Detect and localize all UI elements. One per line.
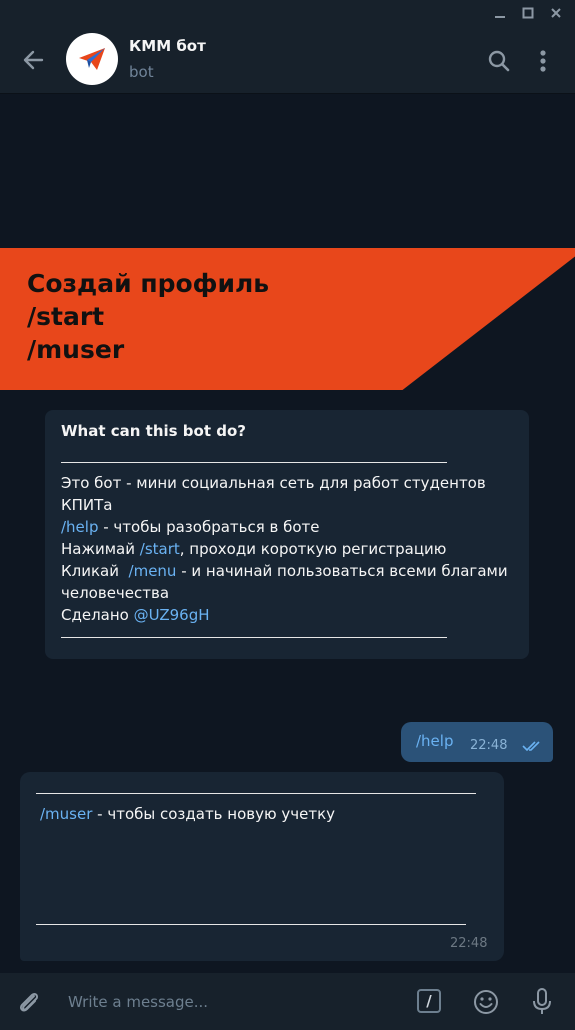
info-card-body: Это бот - мини социальная сеть для работ…	[61, 472, 521, 626]
muser-text: - чтобы создать новую учетку	[92, 805, 336, 823]
muser-command-link[interactable]: /muser	[40, 805, 92, 823]
maximize-icon[interactable]	[518, 3, 538, 23]
info-card-title: What can this bot do?	[61, 422, 246, 440]
made-prefix: Сделано	[61, 606, 134, 624]
message-text: /muser - чтобы создать новую учетку	[40, 805, 335, 823]
chat-subtitle: bot	[129, 63, 154, 81]
attach-icon[interactable]	[15, 988, 43, 1016]
start-prefix: Нажимай	[61, 540, 140, 558]
more-vertical-icon[interactable]	[531, 48, 555, 74]
divider	[36, 793, 476, 794]
message-composer: /	[0, 973, 575, 1030]
command-label: /	[426, 992, 432, 1010]
banner-text: Создай профиль /start /muser	[27, 267, 269, 366]
double-check-icon	[522, 741, 540, 752]
incoming-message[interactable]: /muser - чтобы создать новую учетку 22:4…	[20, 772, 504, 961]
window-titlebar	[0, 0, 575, 26]
divider	[61, 637, 447, 638]
description-line: Это бот - мини социальная сеть для работ…	[61, 474, 486, 514]
avatar[interactable]	[66, 33, 118, 85]
start-text: , проходи короткую регистрацию	[179, 540, 447, 558]
chat-header: КММ бот bot	[0, 26, 575, 94]
chat-title[interactable]: КММ бот	[129, 37, 206, 55]
made-by-line: Сделано @UZ96gH	[61, 604, 521, 626]
bot-description-card: What can this bot do? Это бот - мини соц…	[45, 410, 529, 659]
message-time: 22:48	[450, 936, 488, 951]
back-arrow-icon[interactable]	[20, 46, 48, 74]
author-handle-link[interactable]: @UZ96gH	[134, 606, 210, 624]
paper-plane-icon	[79, 48, 105, 70]
search-icon[interactable]	[486, 48, 512, 74]
divider	[36, 924, 466, 925]
divider	[61, 462, 447, 463]
start-command-link[interactable]: /start	[140, 540, 180, 558]
start-line: Нажимай /start, проходи короткую регистр…	[61, 538, 521, 560]
outgoing-message[interactable]: /help 22:48	[401, 722, 553, 762]
message-time: 22:48	[470, 738, 508, 753]
help-line: /help - чтобы разобраться в боте	[61, 516, 521, 538]
banner-line: Создай профиль	[27, 269, 270, 298]
message-input[interactable]	[66, 990, 400, 1014]
banner-line: /start	[27, 302, 105, 331]
message-text[interactable]: /help	[416, 732, 453, 750]
menu-prefix: Кликай	[61, 562, 129, 580]
mic-icon[interactable]	[530, 987, 554, 1017]
help-text: - чтобы разобраться в боте	[98, 518, 320, 536]
close-icon[interactable]	[546, 3, 566, 23]
menu-command-link[interactable]: /menu	[129, 562, 177, 580]
help-command-link[interactable]: /help	[61, 518, 98, 536]
minimize-icon[interactable]	[490, 3, 510, 23]
emoji-icon[interactable]	[472, 988, 500, 1016]
banner-line: /muser	[27, 335, 125, 364]
command-icon[interactable]: /	[417, 989, 441, 1013]
menu-line: Кликай /menu - и начинай пользоваться вс…	[61, 560, 521, 604]
